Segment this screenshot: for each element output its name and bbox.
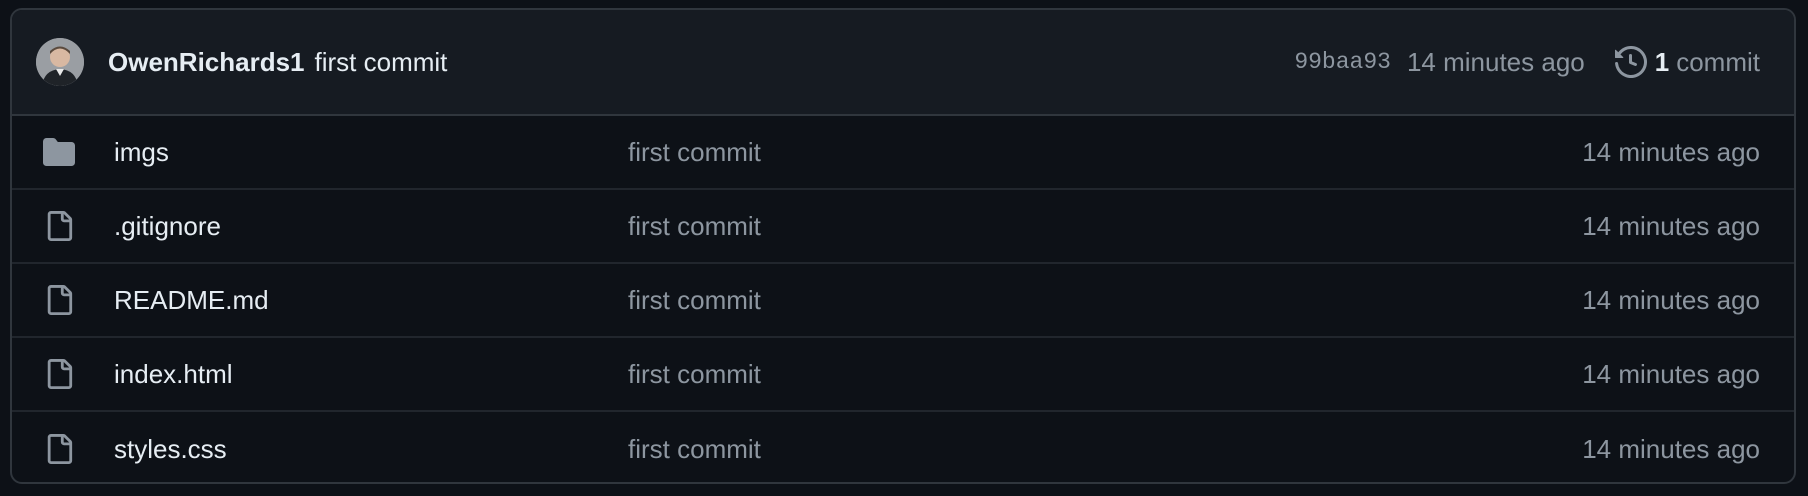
commit-message-link[interactable]: first commit — [315, 47, 448, 78]
file-row-gitignore[interactable]: .gitignore first commit 14 minutes ago — [12, 190, 1794, 264]
file-name-link[interactable]: styles.css — [114, 434, 628, 465]
commit-history-link[interactable]: 1 commit — [1614, 46, 1760, 78]
repo-file-browser: OwenRichards1 first commit 99baa93 14 mi… — [10, 8, 1796, 484]
commit-author-link[interactable]: OwenRichards1 — [108, 47, 305, 78]
file-row-readme[interactable]: README.md first commit 14 minutes ago — [12, 264, 1794, 338]
commit-time: 14 minutes ago — [1406, 46, 1585, 77]
file-row-styles-css[interactable]: styles.css first commit 14 minutes ago — [12, 412, 1794, 482]
latest-commit-bar: OwenRichards1 first commit 99baa93 14 mi… — [12, 10, 1794, 116]
file-name-link[interactable]: imgs — [114, 137, 628, 168]
file-icon — [42, 285, 76, 315]
file-row-index-html[interactable]: index.html first commit 14 minutes ago — [12, 338, 1794, 412]
file-commit-link[interactable]: first commit — [628, 359, 761, 390]
file-icon — [42, 434, 76, 464]
file-name-link[interactable]: README.md — [114, 285, 628, 316]
commit-sha-link[interactable]: 99baa93 — [1294, 49, 1391, 75]
history-icon — [1614, 46, 1647, 78]
commit-count: 1 — [1654, 46, 1670, 77]
file-commit-link[interactable]: first commit — [628, 137, 761, 168]
folder-icon — [42, 136, 76, 168]
file-icon — [42, 211, 76, 241]
file-time: 14 minutes ago — [1582, 433, 1760, 464]
file-time: 14 minutes ago — [1582, 210, 1760, 241]
file-time: 14 minutes ago — [1582, 358, 1760, 389]
file-row-imgs[interactable]: imgs first commit 14 minutes ago — [12, 116, 1794, 190]
file-commit-link[interactable]: first commit — [628, 211, 761, 242]
file-commit-link[interactable]: first commit — [628, 285, 761, 316]
author-avatar[interactable] — [36, 38, 84, 86]
file-name-link[interactable]: index.html — [114, 359, 628, 390]
commit-count-label: commit — [1676, 46, 1760, 77]
file-time: 14 minutes ago — [1582, 284, 1760, 315]
file-icon — [42, 359, 76, 389]
file-time: 14 minutes ago — [1582, 136, 1760, 167]
file-commit-link[interactable]: first commit — [628, 434, 761, 465]
file-name-link[interactable]: .gitignore — [114, 211, 628, 242]
